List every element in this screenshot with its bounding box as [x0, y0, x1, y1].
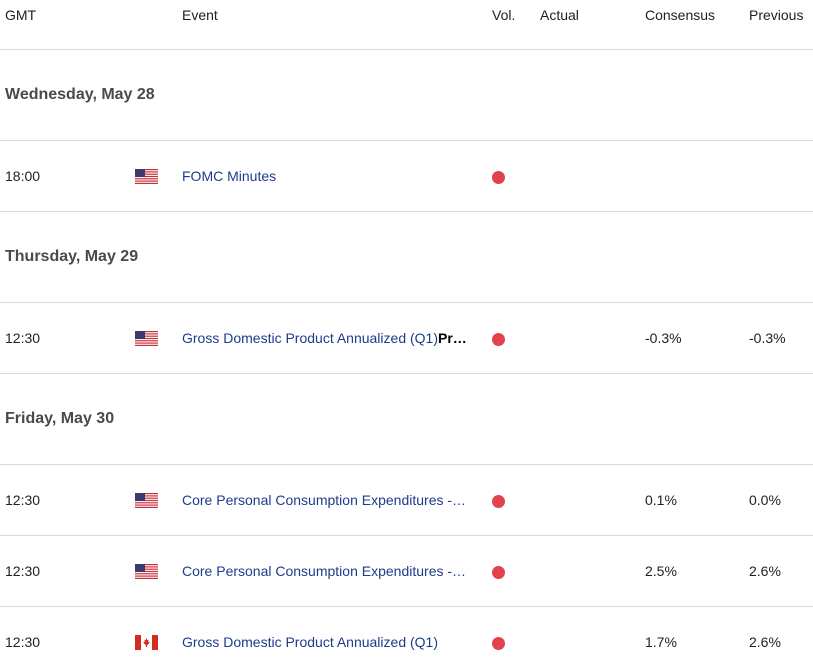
header-gmt[interactable]: GMT	[5, 7, 36, 23]
event-name[interactable]: Gross Domestic Product Annualized (Q1)Pr…	[182, 330, 492, 346]
high-volatility-icon	[492, 566, 505, 579]
day-label: Wednesday, May 28	[5, 86, 155, 103]
high-volatility-icon	[492, 333, 505, 346]
event-name[interactable]: Core Personal Consumption Expenditures -…	[182, 492, 492, 508]
header-consensus[interactable]: Consensus	[645, 7, 715, 23]
event-time: 12:30	[5, 330, 41, 346]
day-label: Friday, May 30	[5, 410, 115, 427]
event-consensus: 2.5%	[645, 563, 677, 579]
event-name[interactable]: Gross Domestic Product Annualized (Q1)	[182, 634, 492, 650]
event-previous: 0.0%	[749, 492, 781, 508]
calendar-header: GMT Event Vol. Actual Consensus Previous	[0, 0, 813, 50]
event-time: 12:30	[5, 634, 41, 650]
event-row[interactable]: 12:30 Core Personal Consumption Expendit…	[0, 536, 813, 607]
high-volatility-icon	[492, 171, 505, 184]
event-previous: 2.6%	[749, 634, 781, 650]
canada-flag-icon	[135, 635, 158, 650]
event-name[interactable]: FOMC Minutes	[182, 168, 492, 184]
event-consensus: 1.7%	[645, 634, 677, 650]
event-previous: -0.3%	[749, 330, 786, 346]
day-header: Friday, May 30	[0, 374, 813, 465]
event-row[interactable]: 12:30 Gross Domestic Product Annualized …	[0, 607, 813, 659]
event-time: 12:30	[5, 563, 41, 579]
header-volatility[interactable]: Vol.	[492, 7, 515, 23]
event-time: 18:00	[5, 168, 41, 184]
us-flag-icon	[135, 169, 158, 184]
us-flag-icon	[135, 493, 158, 508]
economic-calendar: GMT Event Vol. Actual Consensus Previous…	[0, 0, 813, 659]
event-row[interactable]: 18:00 FOMC Minutes	[0, 141, 813, 212]
header-event[interactable]: Event	[182, 7, 218, 23]
high-volatility-icon	[492, 495, 505, 508]
high-volatility-icon	[492, 637, 505, 650]
event-previous: 2.6%	[749, 563, 781, 579]
header-previous[interactable]: Previous	[749, 7, 803, 23]
header-actual[interactable]: Actual	[540, 7, 579, 23]
us-flag-icon	[135, 564, 158, 579]
day-header: Wednesday, May 28	[0, 50, 813, 141]
event-consensus: 0.1%	[645, 492, 677, 508]
day-label: Thursday, May 29	[5, 248, 139, 265]
event-name[interactable]: Core Personal Consumption Expenditures -…	[182, 563, 492, 579]
day-header: Thursday, May 29	[0, 212, 813, 303]
event-consensus: -0.3%	[645, 330, 682, 346]
event-row[interactable]: 12:30 Core Personal Consumption Expendit…	[0, 465, 813, 536]
event-row[interactable]: 12:30 Gross Domestic Product Annualized …	[0, 303, 813, 374]
event-time: 12:30	[5, 492, 41, 508]
us-flag-icon	[135, 331, 158, 346]
